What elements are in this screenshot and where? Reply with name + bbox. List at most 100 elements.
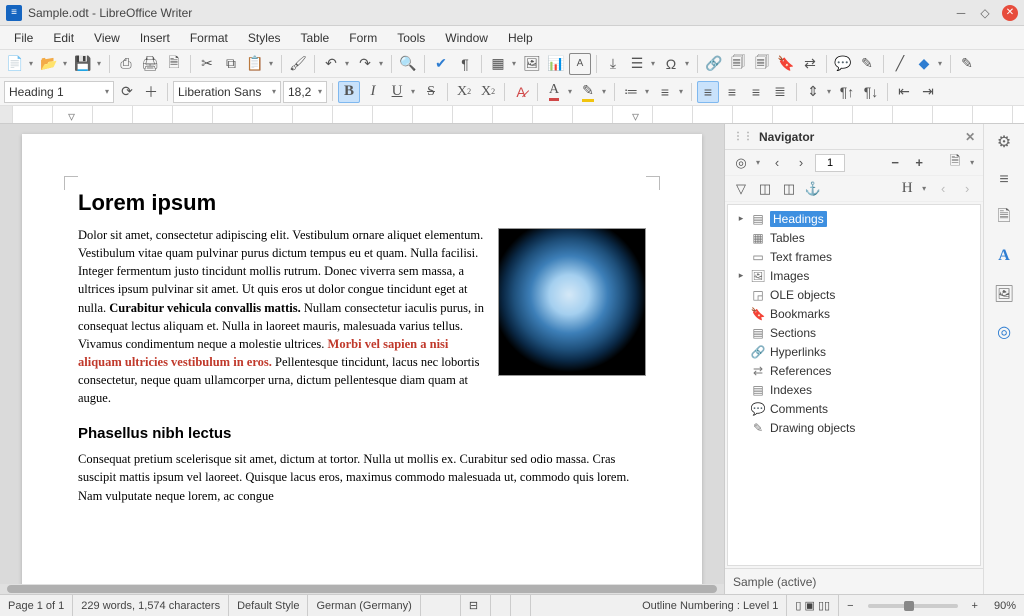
highlight-button[interactable]: ✎ (577, 81, 599, 103)
align-left-button[interactable]: ≡ (697, 81, 719, 103)
save-button[interactable]: 💾 (72, 53, 94, 75)
number-list-button[interactable]: ≡ (654, 81, 676, 103)
sidebar-styles-icon[interactable]: A (992, 244, 1016, 268)
menu-insert[interactable]: Insert (130, 28, 180, 48)
nav-heading-levels-button[interactable]: H (897, 179, 917, 199)
chart-button[interactable]: 📊 (545, 53, 567, 75)
footnote-button[interactable]: 🗐 (727, 53, 749, 75)
nav-listbox-button[interactable]: 🗎 (945, 153, 965, 173)
nav-demote-button[interactable]: › (957, 179, 977, 199)
bookmark-button[interactable]: 🔖 (775, 53, 797, 75)
highlight-dropdown[interactable]: ▾ (599, 87, 609, 96)
status-words[interactable]: 229 words, 1,574 characters (73, 595, 229, 616)
shapes-button[interactable]: ◆ (913, 53, 935, 75)
inserted-image-earth[interactable] (498, 228, 646, 376)
cross-ref-button[interactable]: ⇄ (799, 53, 821, 75)
status-zoom-out[interactable]: − (839, 595, 861, 616)
align-center-button[interactable]: ≡ (721, 81, 743, 103)
nav-item-sections[interactable]: ▤Sections (732, 323, 976, 342)
indent-inc-button[interactable]: ⇥ (917, 81, 939, 103)
navigator-footer[interactable]: Sample (active) (725, 568, 983, 594)
horizontal-scrollbar[interactable] (0, 584, 724, 594)
para-spacing-dec-button[interactable]: ¶↓ (860, 81, 882, 103)
nav-item-drawing-objects[interactable]: ✎Drawing objects (732, 418, 976, 437)
nav-zoom-out-button[interactable]: − (885, 153, 905, 173)
menu-form[interactable]: Form (339, 28, 387, 48)
shapes-dropdown[interactable]: ▾ (935, 59, 945, 68)
menu-styles[interactable]: Styles (238, 28, 291, 48)
clone-formatting-button[interactable]: 🖌 (287, 53, 309, 75)
redo-dropdown[interactable]: ▾ (376, 59, 386, 68)
menu-edit[interactable]: Edit (43, 28, 84, 48)
save-dropdown[interactable]: ▾ (94, 59, 104, 68)
superscript-button[interactable]: X2 (453, 81, 475, 103)
nav-promote-button[interactable]: ‹ (933, 179, 953, 199)
nav-item-indexes[interactable]: ▤Indexes (732, 380, 976, 399)
align-right-button[interactable]: ≡ (745, 81, 767, 103)
open-dropdown[interactable]: ▾ (60, 59, 70, 68)
underline-dropdown[interactable]: ▾ (408, 87, 418, 96)
draw-functions-button[interactable]: ✎ (956, 53, 978, 75)
nav-item-images[interactable]: ▸🖼Images (732, 266, 976, 285)
status-zoom-value[interactable]: 90% (986, 595, 1024, 616)
paragraph-style-combo[interactable]: Heading 1▾ (4, 81, 114, 103)
nav-item-references[interactable]: ⇄References (732, 361, 976, 380)
menu-view[interactable]: View (84, 28, 130, 48)
nav-item-headings[interactable]: ▸▤Headings (732, 209, 976, 228)
expand-icon[interactable]: ▸ (736, 213, 746, 224)
minimize-button[interactable]: ─ (954, 6, 968, 20)
indent-dec-button[interactable]: ⇤ (893, 81, 915, 103)
zoom-slider[interactable] (868, 604, 958, 608)
new-style-button[interactable]: ＋ (140, 81, 162, 103)
paste-dropdown[interactable]: ▾ (266, 59, 276, 68)
nav-item-comments[interactable]: 💬Comments (732, 399, 976, 418)
subscript-button[interactable]: X2 (477, 81, 499, 103)
menu-table[interactable]: Table (291, 28, 340, 48)
redo-button[interactable]: ↷ (354, 53, 376, 75)
new-button[interactable]: 📄 (4, 53, 26, 75)
nav-toggle-button[interactable]: ◎ (731, 153, 751, 173)
menu-file[interactable]: File (4, 28, 43, 48)
menu-format[interactable]: Format (180, 28, 238, 48)
nav-item-bookmarks[interactable]: 🔖Bookmarks (732, 304, 976, 323)
indent-marker-left[interactable]: ▿ (68, 108, 75, 125)
copy-button[interactable]: ⧉ (220, 53, 242, 75)
menu-window[interactable]: Window (435, 28, 498, 48)
menu-help[interactable]: Help (498, 28, 543, 48)
bullet-list-button[interactable]: ≔ (620, 81, 642, 103)
hyperlink-button[interactable]: 🔗 (703, 53, 725, 75)
font-size-combo[interactable]: 18,2▾ (283, 81, 327, 103)
special-char-button[interactable]: Ω (660, 53, 682, 75)
nav-toggle-dropdown[interactable]: ▾ (753, 158, 763, 167)
indent-marker-right[interactable]: ▿ (632, 108, 639, 125)
italic-button[interactable]: I (362, 81, 384, 103)
nav-heading-dropdown[interactable]: ▾ (919, 184, 929, 193)
open-button[interactable]: 📂 (38, 53, 60, 75)
nav-zoom-in-button[interactable]: + (909, 153, 929, 173)
heading-1[interactable]: Lorem ipsum (78, 190, 646, 216)
close-button[interactable]: ✕ (1002, 5, 1018, 21)
navigator-tree[interactable]: ▸▤Headings▦Tables▭Text frames▸🖼Images◲OL… (727, 204, 981, 566)
navigator-close-button[interactable]: ✕ (965, 130, 975, 144)
nav-header-button[interactable]: ◫ (755, 179, 775, 199)
heading-2[interactable]: Phasellus nibh lectus (78, 425, 646, 442)
print-preview-button[interactable]: 🗎 (163, 53, 185, 75)
font-color-button[interactable]: A (543, 81, 565, 103)
sidebar-gallery-icon[interactable]: 🖼 (992, 282, 1016, 306)
nav-content-view-button[interactable]: ▽ (731, 179, 751, 199)
align-justify-button[interactable]: ≣ (769, 81, 791, 103)
number-dropdown[interactable]: ▾ (676, 87, 686, 96)
special-char-dropdown[interactable]: ▾ (682, 59, 692, 68)
para-spacing-inc-button[interactable]: ¶↑ (836, 81, 858, 103)
line-button[interactable]: ╱ (889, 53, 911, 75)
endnote-button[interactable]: 🗐 (751, 53, 773, 75)
menu-tools[interactable]: Tools (387, 28, 435, 48)
strike-button[interactable]: S (420, 81, 442, 103)
underline-button[interactable]: U (386, 81, 408, 103)
paragraph-2[interactable]: Consequat pretium scelerisque sit amet, … (78, 450, 646, 504)
spellcheck-button[interactable]: ✔ (430, 53, 452, 75)
status-insert-mode[interactable] (421, 595, 461, 616)
sidebar-settings-icon[interactable]: ⚙ (992, 130, 1016, 154)
nav-page-input[interactable] (815, 154, 845, 172)
bullet-dropdown[interactable]: ▾ (642, 87, 652, 96)
